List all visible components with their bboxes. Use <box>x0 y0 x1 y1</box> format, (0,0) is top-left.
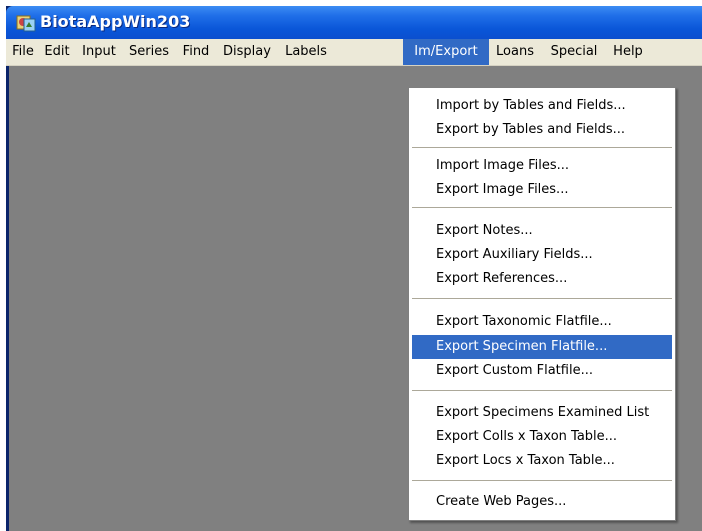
menu-im-export[interactable]: Im/Export <box>403 39 489 65</box>
menu-separator <box>412 390 672 391</box>
menu-item-export-notes[interactable]: Export Notes... <box>412 219 672 243</box>
menu-help[interactable]: Help <box>607 39 649 65</box>
menu-find[interactable]: Find <box>176 39 216 65</box>
menu-edit[interactable]: Edit <box>38 39 76 65</box>
menu-bar: File Edit Input Series Find Display Labe… <box>6 39 702 66</box>
menu-separator <box>412 480 672 481</box>
menu-series[interactable]: Series <box>122 39 176 65</box>
app-window: BiotaAppWin203 File Edit Input Series Fi… <box>6 6 702 531</box>
menu-special[interactable]: Special <box>541 39 607 65</box>
menu-item-create-web-pages[interactable]: Create Web Pages... <box>412 490 672 514</box>
menu-item-import-by-tables-and-fields[interactable]: Import by Tables and Fields... <box>412 94 672 118</box>
window-title: BiotaAppWin203 <box>40 12 191 31</box>
menu-item-export-custom-flatfile[interactable]: Export Custom Flatfile... <box>412 359 672 383</box>
menu-file[interactable]: File <box>8 39 38 65</box>
menu-loans[interactable]: Loans <box>489 39 541 65</box>
menu-display[interactable]: Display <box>216 39 278 65</box>
menu-input[interactable]: Input <box>76 39 122 65</box>
im-export-dropdown: Import by Tables and Fields... Export by… <box>408 87 676 521</box>
menu-item-export-by-tables-and-fields[interactable]: Export by Tables and Fields... <box>412 118 672 142</box>
menu-item-export-image-files[interactable]: Export Image Files... <box>412 178 672 202</box>
menu-separator <box>412 207 672 208</box>
menu-item-export-specimen-flatfile[interactable]: Export Specimen Flatfile... <box>412 335 672 359</box>
menu-item-export-colls-x-taxon-table[interactable]: Export Colls x Taxon Table... <box>412 425 672 449</box>
menu-separator <box>412 147 672 148</box>
menu-item-export-auxiliary-fields[interactable]: Export Auxiliary Fields... <box>412 243 672 267</box>
menu-item-export-references[interactable]: Export References... <box>412 267 672 291</box>
menu-labels[interactable]: Labels <box>278 39 334 65</box>
app-icon <box>16 15 36 32</box>
menu-item-export-taxonomic-flatfile[interactable]: Export Taxonomic Flatfile... <box>412 310 672 334</box>
menu-separator <box>412 298 672 299</box>
menu-item-import-image-files[interactable]: Import Image Files... <box>412 154 672 178</box>
menu-item-export-specimens-examined-list[interactable]: Export Specimens Examined List <box>412 401 672 425</box>
title-bar[interactable]: BiotaAppWin203 <box>6 6 702 39</box>
menu-item-export-locs-x-taxon-table[interactable]: Export Locs x Taxon Table... <box>412 449 672 473</box>
